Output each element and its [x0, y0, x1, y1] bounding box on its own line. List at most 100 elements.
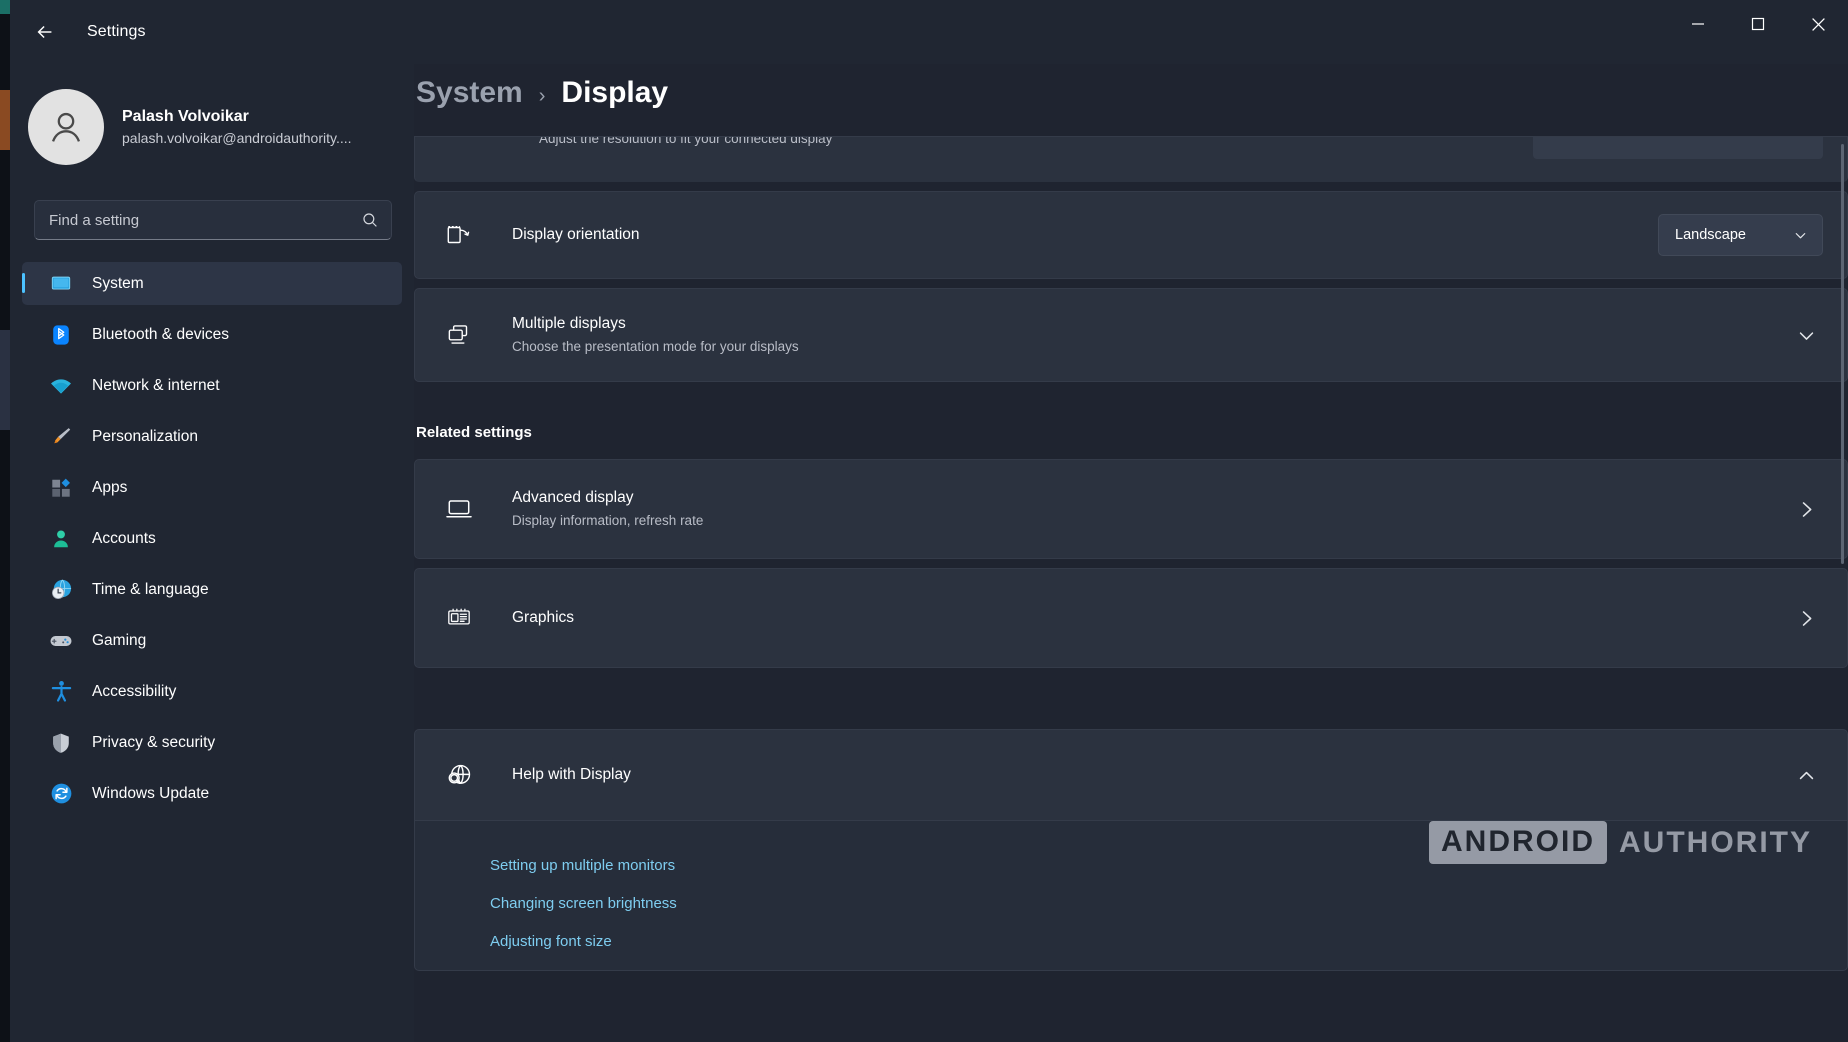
sidebar-item-personalization[interactable]: Personalization [22, 415, 402, 458]
sidebar-item-privacy-security[interactable]: Privacy & security [22, 721, 402, 764]
page-title: Display [561, 76, 669, 109]
display-orientation-value: Landscape [1675, 227, 1746, 243]
person-avatar-icon [51, 112, 81, 142]
chevron-right-icon [1802, 501, 1811, 517]
watermark-brand-text: AUTHORITY [1619, 825, 1812, 859]
multiple-displays-icon [442, 318, 476, 352]
watermark-brand-box: ANDROID [1429, 821, 1607, 864]
multiple-displays-row[interactable]: Multiple displays Choose the presentatio… [414, 288, 1848, 382]
chevron-right-icon [1802, 610, 1811, 626]
window-title: Settings [87, 23, 146, 40]
maximize-icon [1751, 17, 1765, 31]
avatar[interactable] [28, 89, 104, 165]
update-refresh-icon [48, 781, 74, 807]
graphics-row[interactable]: Graphics [414, 568, 1848, 668]
sidebar-item-bluetooth-devices[interactable]: Bluetooth & devices [22, 313, 402, 356]
help-with-display-header[interactable]: Help with Display [414, 729, 1848, 821]
advanced-display-chevron[interactable] [1789, 492, 1823, 526]
sidebar-item-accessibility[interactable]: Accessibility [22, 670, 402, 713]
bluetooth-icon [48, 322, 74, 348]
sidebar-item-label: Apps [92, 478, 128, 496]
display-resolution-row-partial[interactable]: Adjust the resolution to fit your connec… [414, 136, 1848, 182]
sidebar-item-system[interactable]: System [22, 262, 402, 305]
close-button[interactable] [1788, 0, 1848, 48]
display-orientation-dropdown[interactable]: Landscape [1658, 214, 1823, 256]
sidebar-item-accounts[interactable]: Accounts [22, 517, 402, 560]
related-settings-heading: Related settings [416, 424, 532, 441]
minimize-button[interactable] [1668, 0, 1728, 48]
sidebar-item-label: Gaming [92, 631, 147, 649]
sidebar-item-windows-update[interactable]: Windows Update [22, 772, 402, 815]
back-button[interactable] [23, 14, 67, 50]
display-orientation-icon [442, 218, 476, 252]
display-orientation-title: Display orientation [512, 226, 640, 243]
back-arrow-icon [37, 25, 52, 39]
clock-globe-icon [48, 577, 74, 603]
apps-icon [48, 475, 74, 501]
account-header[interactable]: Palash Volvoikar palash.volvoikar@androi… [10, 64, 414, 174]
gamepad-icon [48, 628, 74, 654]
monitor-icon [48, 271, 74, 297]
help-globe-icon [442, 758, 476, 792]
chevron-down-icon [1799, 331, 1813, 340]
multiple-displays-title: Multiple displays [512, 315, 626, 332]
sidebar-item-label: Windows Update [92, 784, 210, 802]
help-with-display-title: Help with Display [512, 766, 631, 783]
sidebar-item-label: Personalization [92, 427, 198, 445]
title-bar: Settings [10, 0, 1848, 64]
sidebar-item-gaming[interactable]: Gaming [22, 619, 402, 662]
help-link-changing-screen-brightness[interactable]: Changing screen brightness [490, 885, 677, 923]
search-box[interactable] [34, 200, 392, 240]
sidebar-item-label: Network & internet [92, 376, 220, 394]
minimize-icon [1692, 23, 1704, 25]
display-resolution-subtitle: Adjust the resolution to fit your connec… [539, 136, 833, 146]
breadcrumb-parent[interactable]: System [416, 76, 523, 110]
graphics-card-icon [442, 601, 476, 635]
advanced-display-row[interactable]: Advanced display Display information, re… [414, 459, 1848, 559]
breadcrumb-separator-icon: › [538, 85, 546, 107]
advanced-display-title: Advanced display [512, 489, 634, 506]
sidebar-item-label: Accessibility [92, 682, 177, 700]
search-input[interactable] [49, 211, 361, 229]
help-link-adjusting-font-size[interactable]: Adjusting font size [490, 923, 612, 961]
multiple-displays-subtitle: Choose the presentation mode for your di… [512, 339, 799, 354]
settings-scroll-area: Adjust the resolution to fit your connec… [414, 136, 1848, 1042]
display-orientation-row[interactable]: Display orientation Landscape [414, 191, 1848, 279]
maximize-button[interactable] [1728, 0, 1788, 48]
advanced-display-subtitle: Display information, refresh rate [512, 513, 704, 528]
graphics-chevron[interactable] [1789, 601, 1823, 635]
content-scrollbar[interactable] [1841, 144, 1844, 564]
account-email: palash.volvoikar@androidauthority.... [122, 130, 352, 146]
sidebar-item-time-language[interactable]: Time & language [22, 568, 402, 611]
multiple-displays-expander[interactable] [1789, 318, 1823, 352]
sidebar-nav: System Bluetooth & devices Network & int… [10, 262, 414, 815]
chevron-down-icon [1795, 232, 1806, 238]
help-link-setting-up-multiple-monitors[interactable]: Setting up multiple monitors [490, 847, 675, 885]
search-icon [363, 213, 377, 227]
android-authority-watermark: ANDROID AUTHORITY [1429, 821, 1812, 864]
accessibility-icon [48, 679, 74, 705]
window-controls [1668, 0, 1848, 64]
desktop-edge-sliver [0, 0, 10, 1042]
close-icon [1811, 17, 1825, 31]
help-with-display-expander[interactable] [1789, 758, 1823, 792]
account-name: Palash Volvoikar [122, 108, 249, 125]
settings-window: Settings Palash Volvoikar palash.volvoik… [0, 0, 1848, 1042]
graphics-title: Graphics [512, 609, 575, 626]
sidebar-item-label: Bluetooth & devices [92, 325, 230, 343]
display-resolution-dropdown[interactable] [1533, 137, 1823, 159]
sidebar-item-label: Accounts [92, 529, 156, 547]
sidebar-item-label: Privacy & security [92, 733, 216, 751]
sidebar-item-label: System [92, 274, 144, 292]
sidebar-item-apps[interactable]: Apps [22, 466, 402, 509]
shield-icon [48, 730, 74, 756]
main-content: System › Display Adjust the resolution t… [414, 64, 1848, 1042]
wifi-icon [48, 373, 74, 399]
sidebar-item-label: Time & language [92, 580, 209, 598]
advanced-display-icon [442, 492, 476, 526]
person-icon [48, 526, 74, 552]
sidebar-item-network-internet[interactable]: Network & internet [22, 364, 402, 407]
breadcrumb: System › Display [414, 64, 1848, 136]
paintbrush-icon [48, 424, 74, 450]
